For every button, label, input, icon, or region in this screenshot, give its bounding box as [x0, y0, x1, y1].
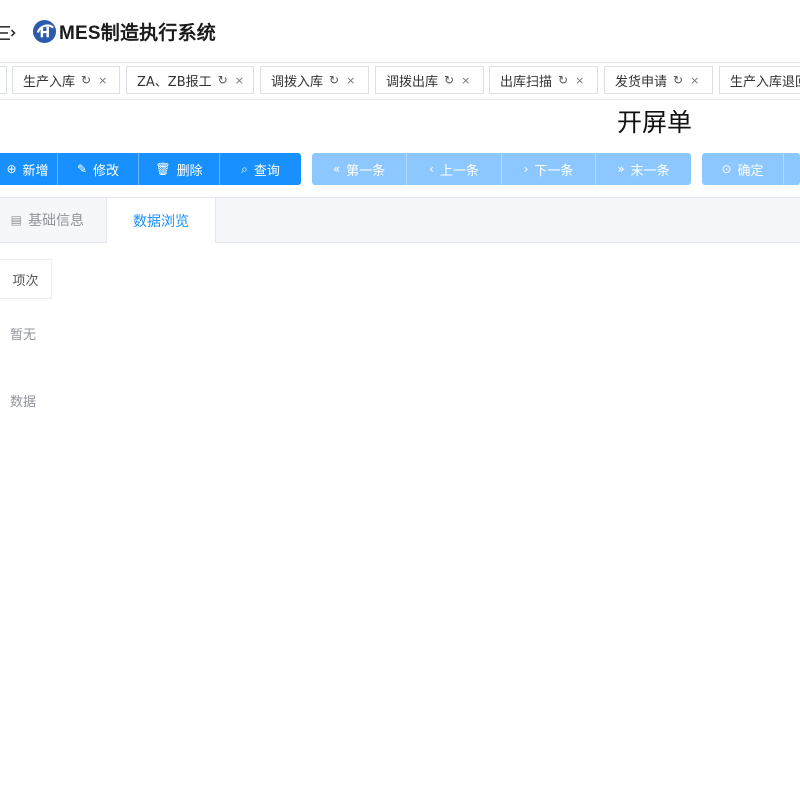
prev-record-button[interactable]: ‹ 上一条 — [407, 153, 502, 185]
first-record-button[interactable]: « 第一条 — [312, 153, 407, 185]
add-button[interactable]: ⊕ 新增 — [0, 153, 58, 185]
tab-data-browse-label: 数据浏览 — [133, 213, 189, 230]
confirm-toolbar: ⊙ 确定 — [702, 153, 800, 185]
search-icon: ⌕ — [241, 161, 248, 176]
delete-button-label: 删除 — [176, 163, 203, 179]
refresh-icon[interactable]: ↻ — [329, 73, 339, 87]
first-record-label: 第一条 — [346, 163, 386, 179]
close-icon[interactable]: × — [461, 74, 470, 87]
content-tabs: ▤ 基础信息 数据浏览 — [0, 197, 800, 243]
tab-basic-info[interactable]: ▤ 基础信息 — [0, 198, 106, 242]
refresh-icon[interactable]: ↻ — [444, 73, 454, 87]
delete-button[interactable]: 🗑 删除 — [139, 153, 220, 185]
tab-shipment-request[interactable]: 发货申请 ↻ × — [604, 66, 713, 94]
prev-record-label: 上一条 — [439, 163, 479, 179]
empty-text-line-1: 暂无 — [10, 328, 37, 343]
chevron-right-icon: › — [523, 162, 529, 176]
edit-button[interactable]: ✎ 修改 — [58, 153, 139, 185]
app-title: MES制造执行系统 — [59, 18, 216, 45]
close-icon[interactable]: × — [690, 74, 699, 87]
trash-icon: 🗑 — [155, 162, 171, 176]
double-right-icon: » — [617, 162, 625, 176]
edit-icon: ✎ — [76, 162, 88, 176]
check-circle-icon: ⊙ — [721, 162, 732, 176]
tab-production-inbound[interactable]: 生产入库 ↻ × — [12, 66, 120, 94]
refresh-icon[interactable]: ↻ — [673, 73, 683, 87]
tab-hidden-left[interactable] — [0, 66, 7, 94]
double-left-icon: « — [332, 162, 341, 176]
tab-transfer-outbound[interactable]: 调拨出库 ↻ × — [375, 66, 484, 94]
close-icon[interactable]: × — [575, 74, 584, 87]
close-icon[interactable]: × — [235, 74, 244, 87]
tab-transfer-inbound[interactable]: 调拨入库 ↻ × — [260, 66, 369, 94]
refresh-icon[interactable]: ↻ — [218, 73, 228, 87]
app-header: MES制造执行系统 — [0, 0, 800, 62]
tab-data-browse[interactable]: 数据浏览 — [106, 198, 216, 243]
tab-label: 出库扫描 — [500, 74, 553, 90]
app-logo — [32, 19, 57, 44]
grid-column-header[interactable]: 项次 — [0, 259, 52, 299]
action-toolbar: ⊕ 新增 ✎ 修改 🗑 删除 ⌕ 查询 — [0, 153, 301, 185]
tab-outbound-scan[interactable]: 出库扫描 ↻ × — [489, 66, 598, 94]
app-title-cjk: 制造执行系统 — [100, 22, 216, 44]
tab-label: 生产入库 — [23, 74, 76, 90]
edit-button-label: 修改 — [93, 163, 120, 179]
next-record-button[interactable]: › 下一条 — [502, 153, 596, 185]
tab-label: 调拨入库 — [271, 74, 324, 90]
query-button-label: 查询 — [253, 163, 280, 179]
tab-label: 生产入库退回 — [730, 74, 800, 90]
close-icon[interactable]: × — [346, 74, 355, 87]
query-button[interactable]: ⌕ 查询 — [220, 153, 301, 185]
form-icon: ▤ — [10, 213, 22, 227]
empty-text-line-2: 数据 — [10, 395, 37, 410]
form-title: 开屏单 — [617, 108, 693, 137]
tab-label: 调拨出库 — [386, 74, 439, 90]
cancel-button[interactable] — [784, 153, 800, 185]
tab-production-inbound-return[interactable]: 生产入库退回 — [719, 66, 800, 94]
confirm-button-label: 确定 — [737, 163, 764, 179]
add-button-label: 新增 — [22, 163, 49, 179]
last-record-button[interactable]: » 末一条 — [596, 153, 691, 185]
last-record-label: 末一条 — [630, 163, 670, 179]
confirm-button[interactable]: ⊙ 确定 — [702, 153, 784, 185]
plus-icon: ⊕ — [6, 162, 17, 176]
open-tabs-bar: 生产入库 ↻ × ZA、ZB报工 ↻ × 调拨入库 ↻ × 调拨出库 ↻ × 出… — [0, 62, 800, 100]
next-record-label: 下一条 — [534, 163, 574, 179]
refresh-icon[interactable]: ↻ — [558, 73, 568, 87]
tab-basic-info-label: 基础信息 — [28, 213, 84, 229]
app-title-ascii: MES — [59, 23, 101, 44]
record-nav-toolbar: « 第一条 ‹ 上一条 › 下一条 » 末一条 — [312, 153, 691, 185]
refresh-icon[interactable]: ↻ — [81, 73, 91, 87]
close-icon[interactable]: × — [98, 74, 107, 87]
tab-za-zb-report[interactable]: ZA、ZB报工 ↻ × — [126, 66, 254, 94]
tab-label: ZA、ZB报工 — [137, 74, 212, 90]
tab-label: 发货申请 — [615, 74, 668, 90]
chevron-left-icon: ‹ — [429, 162, 434, 176]
menu-fold-icon[interactable] — [0, 24, 16, 42]
